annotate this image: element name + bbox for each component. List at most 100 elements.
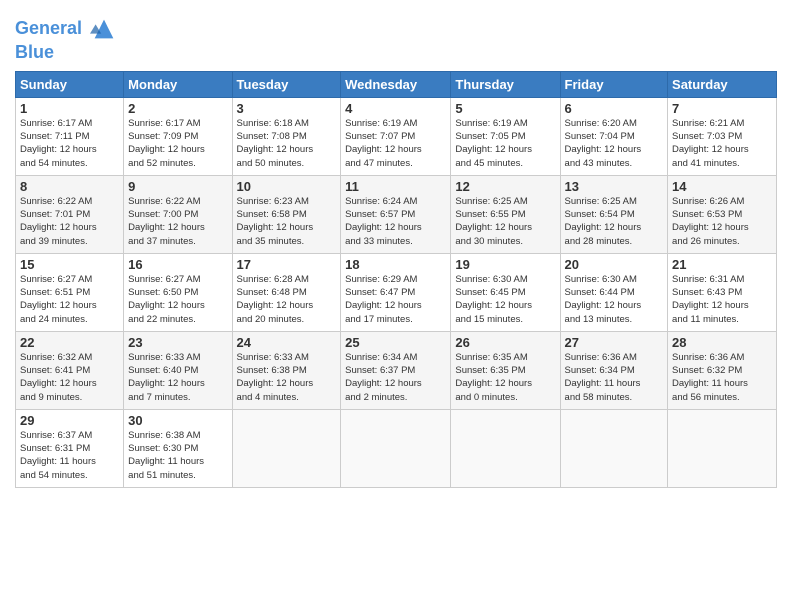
calendar-day-20: 20Sunrise: 6:30 AMSunset: 6:44 PMDayligh… [560,253,668,331]
calendar-table: SundayMondayTuesdayWednesdayThursdayFrid… [15,71,777,488]
calendar-day-12: 12Sunrise: 6:25 AMSunset: 6:55 PMDayligh… [451,175,560,253]
header-thursday: Thursday [451,71,560,97]
logo-blue: Blue [15,43,118,63]
calendar-day-28: 28Sunrise: 6:36 AMSunset: 6:32 PMDayligh… [668,331,777,409]
calendar-day-27: 27Sunrise: 6:36 AMSunset: 6:34 PMDayligh… [560,331,668,409]
calendar-day-9: 9Sunrise: 6:22 AMSunset: 7:00 PMDaylight… [124,175,232,253]
day-info: Sunrise: 6:30 AMSunset: 6:44 PMDaylight:… [565,273,664,326]
day-info: Sunrise: 6:33 AMSunset: 6:40 PMDaylight:… [128,351,227,404]
day-info: Sunrise: 6:17 AMSunset: 7:11 PMDaylight:… [20,117,119,170]
calendar-day-22: 22Sunrise: 6:32 AMSunset: 6:41 PMDayligh… [16,331,124,409]
day-info: Sunrise: 6:27 AMSunset: 6:51 PMDaylight:… [20,273,119,326]
calendar-day-29: 29Sunrise: 6:37 AMSunset: 6:31 PMDayligh… [16,409,124,487]
calendar-day-3: 3Sunrise: 6:18 AMSunset: 7:08 PMDaylight… [232,97,341,175]
day-info: Sunrise: 6:21 AMSunset: 7:03 PMDaylight:… [672,117,772,170]
day-number: 12 [455,179,555,194]
logo-icon [90,15,118,43]
calendar-day-empty [232,409,341,487]
header-saturday: Saturday [668,71,777,97]
calendar-day-13: 13Sunrise: 6:25 AMSunset: 6:54 PMDayligh… [560,175,668,253]
day-info: Sunrise: 6:35 AMSunset: 6:35 PMDaylight:… [455,351,555,404]
calendar-day-1: 1Sunrise: 6:17 AMSunset: 7:11 PMDaylight… [16,97,124,175]
day-number: 6 [565,101,664,116]
day-info: Sunrise: 6:28 AMSunset: 6:48 PMDaylight:… [237,273,337,326]
day-number: 22 [20,335,119,350]
day-number: 15 [20,257,119,272]
calendar-day-11: 11Sunrise: 6:24 AMSunset: 6:57 PMDayligh… [341,175,451,253]
calendar-day-14: 14Sunrise: 6:26 AMSunset: 6:53 PMDayligh… [668,175,777,253]
day-number: 18 [345,257,446,272]
calendar-day-16: 16Sunrise: 6:27 AMSunset: 6:50 PMDayligh… [124,253,232,331]
calendar-day-4: 4Sunrise: 6:19 AMSunset: 7:07 PMDaylight… [341,97,451,175]
header-monday: Monday [124,71,232,97]
day-info: Sunrise: 6:20 AMSunset: 7:04 PMDaylight:… [565,117,664,170]
day-info: Sunrise: 6:29 AMSunset: 6:47 PMDaylight:… [345,273,446,326]
calendar-day-19: 19Sunrise: 6:30 AMSunset: 6:45 PMDayligh… [451,253,560,331]
day-number: 24 [237,335,337,350]
day-number: 16 [128,257,227,272]
calendar-day-6: 6Sunrise: 6:20 AMSunset: 7:04 PMDaylight… [560,97,668,175]
day-info: Sunrise: 6:23 AMSunset: 6:58 PMDaylight:… [237,195,337,248]
calendar-day-7: 7Sunrise: 6:21 AMSunset: 7:03 PMDaylight… [668,97,777,175]
day-info: Sunrise: 6:33 AMSunset: 6:38 PMDaylight:… [237,351,337,404]
header-sunday: Sunday [16,71,124,97]
day-number: 9 [128,179,227,194]
calendar-day-10: 10Sunrise: 6:23 AMSunset: 6:58 PMDayligh… [232,175,341,253]
calendar-day-8: 8Sunrise: 6:22 AMSunset: 7:01 PMDaylight… [16,175,124,253]
calendar-week-5: 29Sunrise: 6:37 AMSunset: 6:31 PMDayligh… [16,409,777,487]
calendar-day-30: 30Sunrise: 6:38 AMSunset: 6:30 PMDayligh… [124,409,232,487]
day-info: Sunrise: 6:19 AMSunset: 7:07 PMDaylight:… [345,117,446,170]
day-number: 13 [565,179,664,194]
day-info: Sunrise: 6:25 AMSunset: 6:54 PMDaylight:… [565,195,664,248]
calendar-day-empty [668,409,777,487]
calendar-day-23: 23Sunrise: 6:33 AMSunset: 6:40 PMDayligh… [124,331,232,409]
calendar-day-17: 17Sunrise: 6:28 AMSunset: 6:48 PMDayligh… [232,253,341,331]
day-number: 14 [672,179,772,194]
calendar-day-empty [451,409,560,487]
day-number: 19 [455,257,555,272]
day-number: 3 [237,101,337,116]
day-info: Sunrise: 6:22 AMSunset: 7:01 PMDaylight:… [20,195,119,248]
logo: General Blue [15,15,118,63]
calendar-day-24: 24Sunrise: 6:33 AMSunset: 6:38 PMDayligh… [232,331,341,409]
day-info: Sunrise: 6:38 AMSunset: 6:30 PMDaylight:… [128,429,227,482]
day-info: Sunrise: 6:25 AMSunset: 6:55 PMDaylight:… [455,195,555,248]
calendar-day-26: 26Sunrise: 6:35 AMSunset: 6:35 PMDayligh… [451,331,560,409]
day-info: Sunrise: 6:36 AMSunset: 6:34 PMDaylight:… [565,351,664,404]
day-number: 28 [672,335,772,350]
header: General Blue [15,10,777,63]
day-number: 25 [345,335,446,350]
day-number: 8 [20,179,119,194]
day-number: 20 [565,257,664,272]
calendar-week-4: 22Sunrise: 6:32 AMSunset: 6:41 PMDayligh… [16,331,777,409]
page-container: General Blue SundayMondayTuesdayWednesda… [0,0,792,498]
logo-text: General [15,15,118,43]
day-info: Sunrise: 6:24 AMSunset: 6:57 PMDaylight:… [345,195,446,248]
calendar-week-1: 1Sunrise: 6:17 AMSunset: 7:11 PMDaylight… [16,97,777,175]
day-number: 7 [672,101,772,116]
day-number: 23 [128,335,227,350]
logo-general: General [15,18,82,38]
calendar-week-3: 15Sunrise: 6:27 AMSunset: 6:51 PMDayligh… [16,253,777,331]
day-number: 11 [345,179,446,194]
calendar-day-25: 25Sunrise: 6:34 AMSunset: 6:37 PMDayligh… [341,331,451,409]
day-number: 4 [345,101,446,116]
calendar-day-empty [560,409,668,487]
calendar-day-18: 18Sunrise: 6:29 AMSunset: 6:47 PMDayligh… [341,253,451,331]
day-info: Sunrise: 6:30 AMSunset: 6:45 PMDaylight:… [455,273,555,326]
day-number: 1 [20,101,119,116]
day-info: Sunrise: 6:26 AMSunset: 6:53 PMDaylight:… [672,195,772,248]
calendar-day-5: 5Sunrise: 6:19 AMSunset: 7:05 PMDaylight… [451,97,560,175]
header-tuesday: Tuesday [232,71,341,97]
day-number: 26 [455,335,555,350]
calendar-day-empty [341,409,451,487]
day-number: 29 [20,413,119,428]
header-friday: Friday [560,71,668,97]
day-number: 17 [237,257,337,272]
day-info: Sunrise: 6:27 AMSunset: 6:50 PMDaylight:… [128,273,227,326]
day-info: Sunrise: 6:37 AMSunset: 6:31 PMDaylight:… [20,429,119,482]
header-wednesday: Wednesday [341,71,451,97]
day-info: Sunrise: 6:22 AMSunset: 7:00 PMDaylight:… [128,195,227,248]
day-number: 21 [672,257,772,272]
calendar-week-2: 8Sunrise: 6:22 AMSunset: 7:01 PMDaylight… [16,175,777,253]
